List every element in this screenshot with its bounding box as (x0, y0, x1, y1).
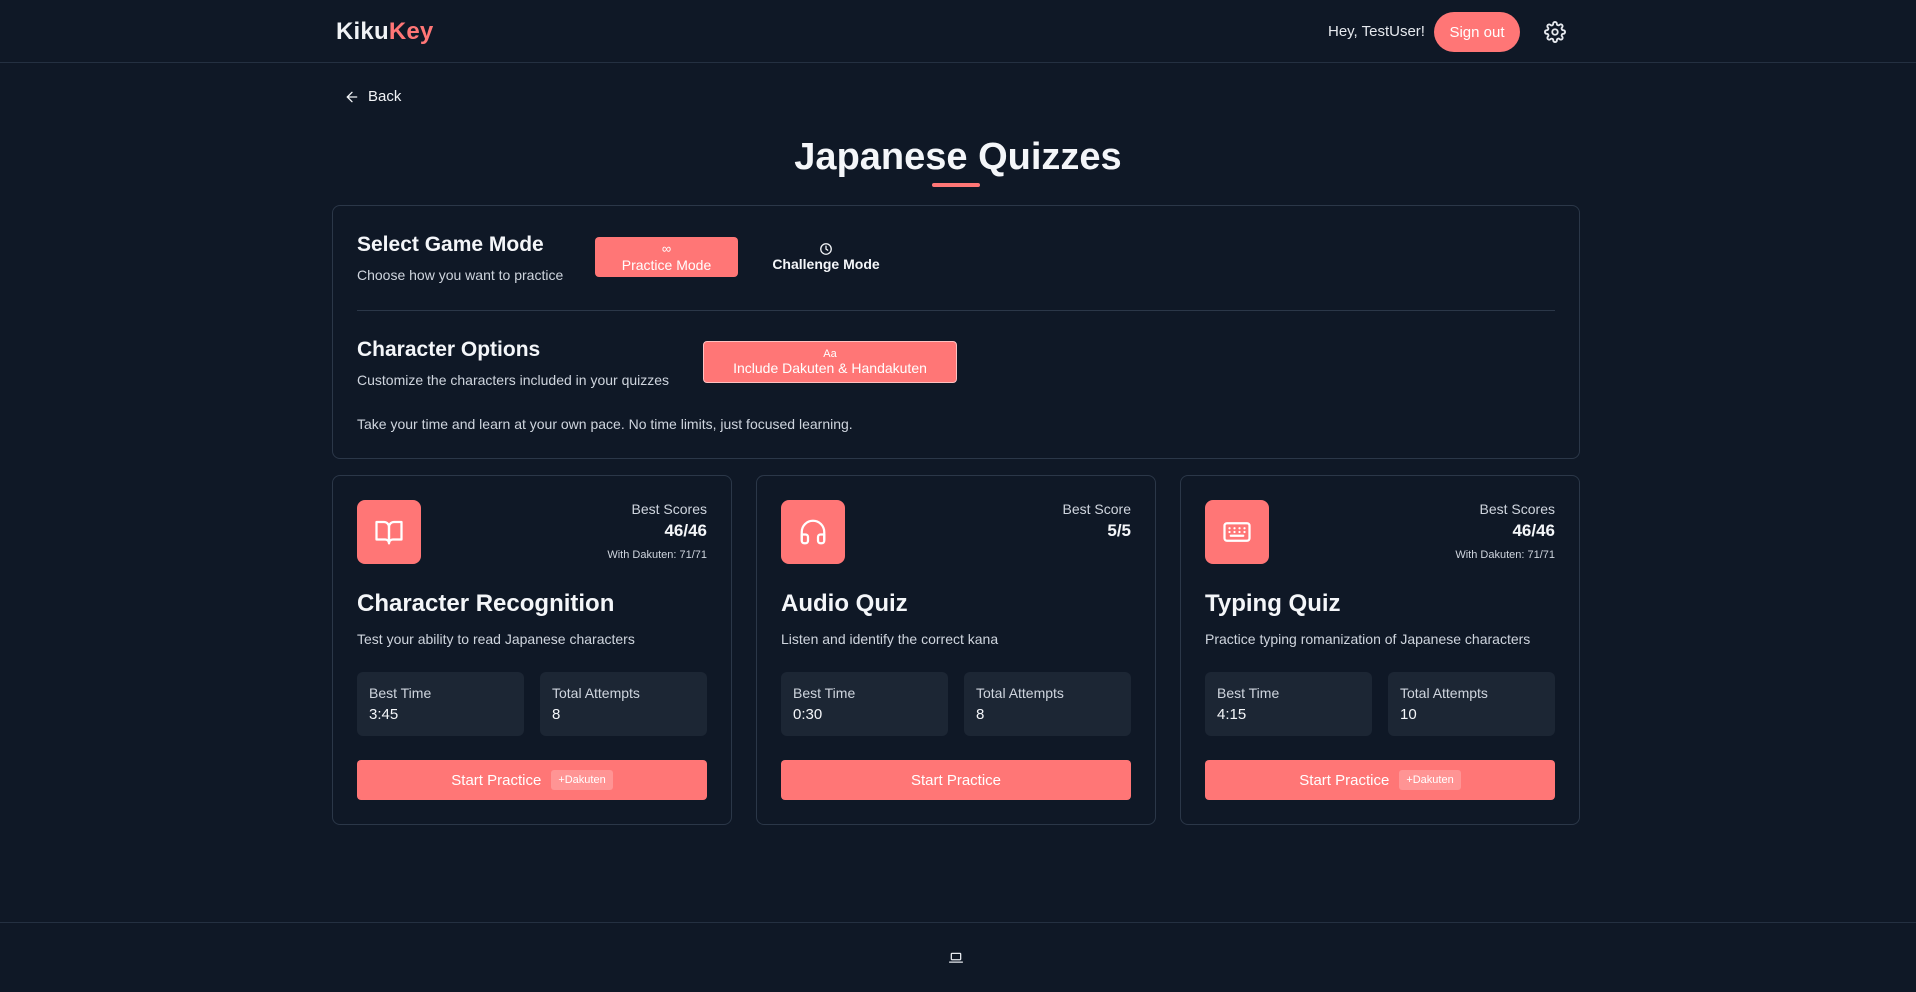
dakuten-score: With Dakuten: 71/71 (607, 549, 707, 561)
best-score-value: 5/5 (1107, 521, 1131, 540)
best-score-value: 46/46 (664, 521, 707, 540)
arrow-left-icon (346, 91, 358, 102)
quiz-title: Character Recognition (357, 590, 615, 617)
best-time-value: 3:45 (369, 706, 399, 723)
best-time-label: Best Time (793, 685, 856, 701)
game-mode-heading: Select Game Mode (357, 233, 544, 256)
total-attempts-label: Total Attempts (976, 685, 1064, 701)
best-time-value: 0:30 (793, 706, 823, 723)
challenge-mode-label: Challenge Mode (772, 256, 880, 272)
best-score-value: 46/46 (1512, 521, 1555, 540)
start-practice-button[interactable]: Start Practice (781, 760, 1131, 800)
quiz-card-character-recognition: Best Scores 46/46 With Dakuten: 71/71 Ch… (332, 475, 732, 825)
headphones-icon (781, 500, 845, 564)
dakuten-score: With Dakuten: 71/71 (1455, 549, 1555, 561)
laptop-icon (949, 952, 963, 963)
practice-mode-button[interactable]: ∞ Practice Mode (595, 237, 738, 277)
infinity-icon: ∞ (661, 240, 672, 256)
include-dakuten-label: Include Dakuten & Handakuten (733, 360, 927, 376)
clock-icon (820, 243, 832, 255)
best-score-label: Best Scores (1479, 501, 1555, 517)
logo-part-2: Key (388, 18, 434, 45)
logo-part-1: Kiku (336, 18, 389, 45)
back-label: Back (368, 88, 402, 105)
text-case-icon: Aa (823, 348, 837, 360)
best-time-label: Best Time (1217, 685, 1280, 701)
total-attempts-value: 8 (552, 706, 561, 723)
best-score-label: Best Scores (631, 501, 707, 517)
total-attempts-value: 8 (976, 706, 985, 723)
keyboard-icon (1205, 500, 1269, 564)
logo[interactable]: KikuKey (336, 18, 433, 46)
quiz-description: Listen and identify the correct kana (781, 631, 999, 647)
sign-out-button[interactable]: Sign out (1434, 12, 1520, 52)
title-underline (932, 183, 980, 187)
quiz-card-typing: Best Scores 46/46 With Dakuten: 71/71 Ty… (1180, 475, 1580, 825)
start-practice-label: Start Practice (910, 771, 1002, 789)
total-attempts-stat: Total Attempts 8 (540, 672, 707, 736)
start-practice-button[interactable]: Start Practice +Dakuten (1205, 760, 1555, 800)
best-score-block: Best Scores 46/46 With Dakuten: 71/71 (607, 501, 707, 561)
quiz-title: Typing Quiz (1205, 590, 1341, 617)
total-attempts-value: 10 (1400, 706, 1417, 723)
character-options-subtitle: Customize the characters included in you… (357, 372, 670, 388)
quiz-options-panel: Select Game Mode Choose how you want to … (332, 205, 1580, 459)
best-time-stat: Best Time 4:15 (1205, 672, 1372, 736)
practice-mode-label: Practice Mode (621, 256, 712, 273)
include-dakuten-toggle[interactable]: Aa Include Dakuten & Handakuten (703, 341, 957, 383)
character-options-heading: Character Options (357, 338, 541, 361)
total-attempts-label: Total Attempts (552, 685, 640, 701)
game-mode-subtitle: Choose how you want to practice (357, 267, 564, 283)
quiz-card-audio: Best Score 5/5 Audio Quiz Listen and ide… (756, 475, 1156, 825)
best-score-block: Best Scores 46/46 With Dakuten: 71/71 (1455, 501, 1555, 561)
best-score-label: Best Score (1062, 501, 1131, 517)
dakuten-tag: +Dakuten (551, 770, 613, 790)
top-header: KikuKey Hey, TestUser! Sign out (0, 0, 1916, 63)
back-link[interactable]: Back (344, 88, 401, 105)
challenge-mode-button[interactable]: Challenge Mode (753, 237, 899, 277)
user-greeting: Hey, TestUser! (1328, 23, 1425, 40)
page-footer (0, 922, 1916, 992)
best-time-stat: Best Time 0:30 (781, 672, 948, 736)
dakuten-tag: +Dakuten (1399, 770, 1461, 790)
options-divider (357, 310, 1555, 311)
start-practice-label: Start Practice (1299, 771, 1390, 789)
total-attempts-label: Total Attempts (1400, 685, 1488, 701)
best-time-value: 4:15 (1217, 706, 1247, 723)
start-practice-button[interactable]: Start Practice +Dakuten (357, 760, 707, 800)
start-practice-label: Start Practice (451, 771, 542, 789)
best-time-stat: Best Time 3:45 (357, 672, 524, 736)
page-title: Japanese Quizzes (794, 136, 1122, 178)
total-attempts-stat: Total Attempts 8 (964, 672, 1131, 736)
quiz-description: Practice typing romanization of Japanese… (1205, 631, 1531, 647)
quiz-title: Audio Quiz (781, 590, 908, 617)
best-score-block: Best Score 5/5 (1063, 501, 1131, 541)
mode-info-text: Take your time and learn at your own pac… (357, 416, 853, 432)
quiz-description: Test your ability to read Japanese chara… (357, 631, 635, 647)
total-attempts-stat: Total Attempts 10 (1388, 672, 1555, 736)
book-icon (357, 500, 421, 564)
gear-icon[interactable] (1544, 21, 1566, 43)
best-time-label: Best Time (369, 685, 432, 701)
